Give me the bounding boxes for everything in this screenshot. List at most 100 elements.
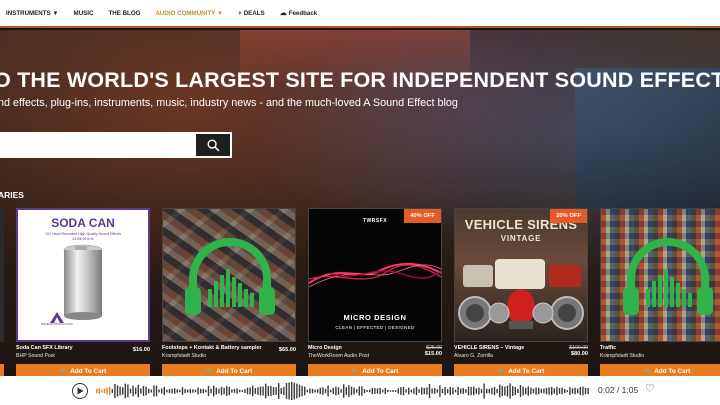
product-vendor[interactable]: TheWorkRoom Audio Post (308, 353, 408, 359)
waveform-bar (556, 386, 558, 396)
art-line2: 24 Bit 96 kHz (72, 237, 94, 241)
waveform-bar (122, 387, 124, 395)
waveform-bar (488, 388, 490, 394)
waveform-bar (324, 388, 327, 394)
waveform-bar (369, 389, 371, 393)
playback-time: 0:02 / 1:05 (598, 385, 639, 395)
product-title[interactable]: Micro Design (308, 345, 408, 351)
waveform-bar (353, 387, 355, 395)
waveform-bar (553, 388, 555, 394)
product-image[interactable]: TWRSFX MICRO DESIGN CLEAN | EFFECTED | D… (308, 208, 442, 342)
waveform-bar (545, 387, 548, 395)
waveform-bar (577, 388, 579, 394)
waveform-bar (301, 385, 303, 397)
waveform-bar (452, 387, 454, 395)
waveform-bar (244, 389, 246, 393)
waveform-bar (150, 389, 152, 393)
waveform-bar (371, 387, 373, 395)
waveform-bar (332, 387, 334, 395)
product-price: $16.00 (132, 347, 150, 353)
waveform-bar (158, 389, 160, 393)
nav-deals[interactable]: ♦ DEALS (238, 10, 265, 17)
nav-feedback[interactable]: ☁ Feedback (280, 9, 318, 18)
waveform-bar (192, 389, 194, 393)
product-image[interactable]: VEHICLE SIRENS VINTAGE 20% OFF (454, 208, 588, 342)
waveform-bar (270, 385, 272, 397)
waveform-bar (155, 385, 158, 397)
nav-music[interactable]: MUSIC (74, 10, 94, 17)
waveform-bar (535, 387, 537, 395)
product-card-vehicle-sirens[interactable]: VEHICLE SIRENS VINTAGE 20% OFF VEHICLE S… (454, 208, 588, 378)
art-heading: SODA CAN (51, 216, 115, 230)
waveform-bar (491, 387, 493, 395)
waveform-bar (582, 386, 584, 396)
waveform-bar (538, 387, 540, 395)
product-card-micro-design[interactable]: TWRSFX MICRO DESIGN CLEAN | EFFECTED | D… (308, 208, 442, 378)
waveform-bar (129, 388, 132, 394)
art-tag: CLEAN | EFFECTED | DESIGNED (335, 325, 415, 330)
waveform-bar (493, 386, 496, 396)
product-card-traffic[interactable]: Traffic Krampfstadt Studio 🛒 Add To Cart (600, 208, 720, 378)
product-image[interactable] (162, 208, 296, 342)
waveform-bar (410, 389, 412, 393)
waveform[interactable] (96, 380, 592, 402)
search-input[interactable] (0, 134, 196, 156)
waveform-bar (431, 388, 433, 394)
play-button[interactable] (72, 383, 88, 399)
waveform-bar (486, 388, 488, 394)
audio-player: 0:02 / 1:05 ♡ (0, 376, 720, 405)
waveform-bar (384, 387, 386, 395)
waveform-bar (265, 383, 267, 399)
waveform-bar (98, 388, 100, 394)
product-title[interactable]: VEHICLE SIRENS – Vintage (454, 345, 554, 351)
page: INSTRUMENTS ▼ MUSIC THE BLOG AUDIO COMMU… (0, 0, 720, 405)
waveform-bar (340, 389, 342, 393)
product-vendor[interactable]: BHP Sound Post (16, 353, 116, 359)
product-card-footsteps[interactable]: Footsteps + Kontakt & Battery sampler – … (162, 208, 296, 378)
nav-blog[interactable]: THE BLOG (108, 10, 140, 17)
cart-icon: 🛒 (643, 368, 652, 375)
product-image[interactable]: SODA CAN 101 Hand Recorded High Quality … (16, 208, 150, 342)
waveform-bar (228, 386, 230, 396)
waveform-bar (135, 387, 137, 395)
waveform-bar (504, 386, 506, 396)
waveform-bar (127, 384, 129, 398)
product-card-soda-can[interactable]: SODA CAN 101 Hand Recorded High Quality … (16, 208, 150, 378)
waveform-bar (512, 386, 514, 396)
waveform-bar (579, 387, 581, 395)
product-vendor[interactable]: Krampfstadt Studio (162, 353, 262, 359)
discount-badge: 20% OFF (550, 209, 587, 223)
waveform-bar (322, 387, 324, 395)
product-meta: VEHICLE SIRENS – Vintage Álvaro G. Zorri… (454, 342, 588, 364)
waveform-bar (428, 384, 431, 398)
search-bar (0, 132, 232, 158)
waveform-bar (137, 384, 139, 398)
waveform-bar (174, 388, 176, 394)
card-partial-left[interactable] (0, 208, 4, 342)
waveform-bar (278, 383, 280, 399)
waveform-bar (473, 386, 475, 396)
waveform-bar (103, 388, 106, 394)
product-price: $25.00 $15.00 (424, 345, 442, 357)
waveform-bar (249, 387, 251, 395)
product-title[interactable]: Footsteps + Kontakt & Battery sampler – (162, 345, 262, 351)
product-title[interactable]: Soda Can SFX Library (16, 345, 116, 351)
waveform-bar (309, 388, 311, 394)
product-title[interactable]: Traffic (600, 345, 700, 351)
hero-subline: nd effects, plug-ins, instruments, music… (0, 97, 458, 109)
waveform-bar (116, 385, 119, 397)
waveform-bar (561, 387, 563, 395)
nav-instruments[interactable]: INSTRUMENTS ▼ (6, 10, 59, 17)
search-icon (207, 139, 219, 151)
waveform-bar (376, 388, 379, 394)
product-image[interactable] (600, 208, 720, 342)
waveform-bar (441, 388, 444, 394)
heart-icon[interactable]: ♡ (645, 382, 655, 395)
product-vendor[interactable]: Álvaro G. Zorrilla (454, 353, 554, 359)
search-button[interactable] (196, 134, 230, 156)
product-vendor[interactable]: Krampfstadt Studio (600, 353, 700, 359)
waveform-bar (215, 387, 217, 395)
waveform-bar (356, 389, 358, 393)
nav-audio-community[interactable]: AUDIO COMMUNITY ▼ (155, 10, 223, 17)
waveform-bar (226, 386, 228, 396)
